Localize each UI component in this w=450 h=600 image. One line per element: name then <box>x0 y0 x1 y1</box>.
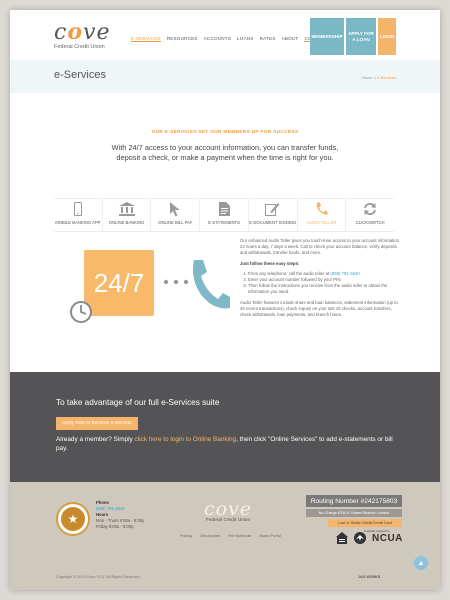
step-3: Then follow the instructions you receive… <box>248 283 400 295</box>
footer-logo[interactable]: cove Federal Credit Union <box>198 500 258 524</box>
breadcrumb-current: e-Services <box>377 75 396 80</box>
logo-wordmark: cove <box>54 19 111 45</box>
nav-e-services[interactable]: E-SERVICES <box>131 36 161 42</box>
logo-subtitle: Federal Credit Union <box>54 44 105 50</box>
footer-link-board-portal[interactable]: Board Portal <box>260 534 281 538</box>
steps-list: From any telephone, call the audio telle… <box>248 271 400 296</box>
lost-card-button[interactable]: Lost or Stolen Debit/Credit Card <box>328 519 402 527</box>
service-mobile-banking[interactable]: MOBILE BANKING APP <box>54 199 103 231</box>
site-header: cove Federal Credit Union E-SERVICES RES… <box>10 10 440 58</box>
service-audio-teller[interactable]: AUDIO TELLER <box>298 199 347 231</box>
site-footer: ★ Phone (859) 781-5640 Hours Mon - Thurs… <box>10 482 440 590</box>
breadcrumb-home[interactable]: Home <box>362 75 373 80</box>
ncua-eagle-icon <box>354 532 366 544</box>
service-e-statements[interactable]: E-STATEMENTS <box>200 199 249 231</box>
service-e-document-signing[interactable]: E-DOCUMENT SIGNING <box>249 199 298 231</box>
audio-teller-phone-link[interactable]: (859) 781-5640 <box>330 271 359 276</box>
audio-paragraph-2: Audio Teller features include share and … <box>240 299 398 318</box>
service-online-banking[interactable]: ONLINE BANKING <box>103 199 152 231</box>
breadcrumb: Home » e-Services <box>361 75 396 80</box>
cta-text: Already a member? Simply click here to l… <box>56 436 393 452</box>
copyright: Copyright © 2019 Cove FCU. All Rights Re… <box>56 575 141 579</box>
steps-title: Just follow these easy steps: <box>240 260 300 266</box>
online-banking-login-link[interactable]: click here to login to Online Banking <box>135 436 237 443</box>
audio-paragraph-1: Our enhanced Audio Teller gives you touc… <box>240 238 399 256</box>
nav-about[interactable]: ABOUT <box>282 36 299 42</box>
service-clickswitch[interactable]: CLICKSWITCH <box>346 199 394 231</box>
cove-logo[interactable]: cove Federal Credit Union <box>54 19 124 52</box>
arrow-up-icon: ▲ <box>417 559 425 567</box>
cursor-icon <box>170 201 180 216</box>
membership-button[interactable]: MEMBERSHIP <box>310 18 344 55</box>
apply-loan-button[interactable]: APPLY FOR A LOAN <box>346 18 376 55</box>
cta-heading: To take advantage of our full e-Services… <box>56 398 220 407</box>
title-band: e-Services Home » e-Services <box>10 60 440 93</box>
nav-rates[interactable]: RATES <box>260 36 276 42</box>
nav-accounts[interactable]: ACCOUNTS <box>204 36 231 42</box>
cta-section: To take advantage of our full e-Services… <box>10 372 440 482</box>
login-button[interactable]: LOGIN <box>378 18 396 55</box>
footer-link-fee-schedule[interactable]: Fee Schedule <box>228 534 251 538</box>
bank-icon <box>118 202 135 216</box>
phone-icon <box>316 202 328 215</box>
footer-links: Privacy Disclosures Fee Schedule Board P… <box>180 534 281 538</box>
service-online-bill-pay[interactable]: ONLINE BILL PAY <box>151 199 201 231</box>
nav-resources[interactable]: RESOURCES <box>167 36 198 42</box>
award-seal-icon: ★ <box>56 502 90 536</box>
equal-housing-icon <box>336 532 348 544</box>
back-to-top-button[interactable]: ▲ <box>414 556 428 570</box>
switch-icon <box>364 203 377 215</box>
footer-link-privacy[interactable]: Privacy <box>180 534 192 538</box>
atm-locator-button[interactable]: No Charge ATM & Shared Branch Locator <box>306 509 402 517</box>
footer-link-disclosures[interactable]: Disclosures <box>200 534 220 538</box>
site-maker-credit[interactable]: JAG WORKS <box>358 575 380 579</box>
ncua-logo: NCUA <box>372 532 403 544</box>
main-nav: E-SERVICES RESOURCES ACCOUNTS LOANS RATE… <box>131 36 336 42</box>
mobile-icon <box>73 202 82 216</box>
tagline: OUR E-SERVICES SET OUR MEMBERS UP FOR SU… <box>151 130 299 135</box>
audio-teller-illustration: 24/7 <box>70 248 230 328</box>
page: cove Federal Credit Union E-SERVICES RES… <box>10 10 440 590</box>
document-icon <box>218 202 230 216</box>
audio-teller-description: Our enhanced Audio Teller gives you touc… <box>240 238 400 322</box>
illustration-24-7-text: 24/7 <box>94 268 145 298</box>
become-member-button[interactable]: Apply Now to Become a Member <box>56 417 138 430</box>
intro-text: With 24/7 access to your account informa… <box>111 143 339 162</box>
routing-number: Routing Number #242175803 <box>306 495 402 507</box>
sign-icon <box>265 203 280 216</box>
services-row: MOBILE BANKING APP ONLINE BANKING ONLINE… <box>54 198 394 232</box>
nav-loans[interactable]: LOANS <box>237 36 254 42</box>
footer-contact: Phone (859) 781-5640 Hours Mon - Thurs 9… <box>96 500 145 529</box>
footer-badges: NCUA <box>336 532 403 544</box>
page-title: e-Services <box>54 69 106 81</box>
